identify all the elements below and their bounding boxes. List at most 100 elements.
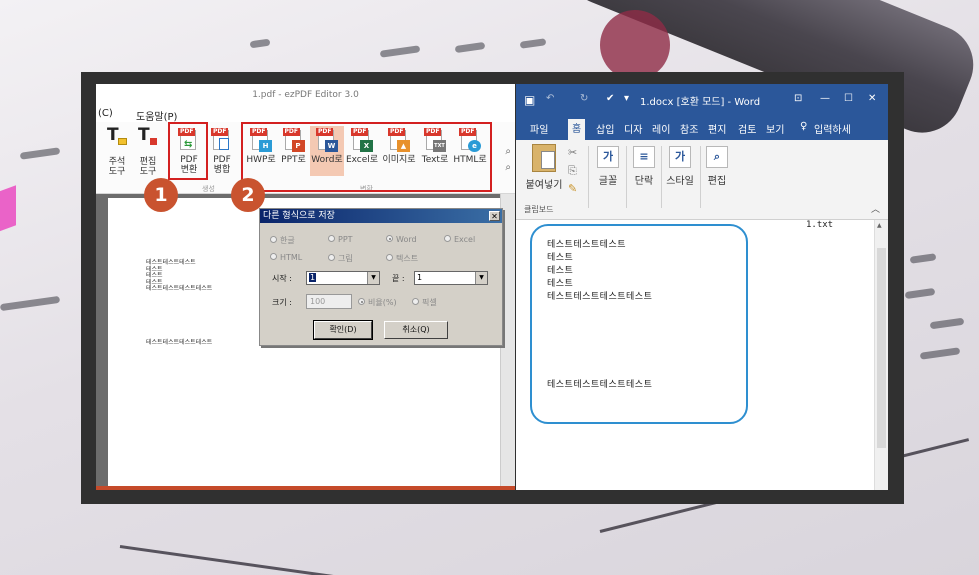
zoom-in-icon[interactable]: ⌕ <box>505 146 511 157</box>
pdf-merge-label: PDF 병합 <box>213 155 231 175</box>
format-painter-icon[interactable]: ✎ <box>568 182 577 195</box>
word-text-line: 테스트테스트테스트테스트 <box>547 292 653 302</box>
style-icon: 가 <box>669 146 691 168</box>
tell-me-input[interactable]: 입력하세 <box>814 121 851 136</box>
ezpdf-statusbar <box>96 486 515 490</box>
save-as-dialog: 다른 형식으로 저장 ✕ 한글 PPT Word Excel HTML 그림 텍… <box>259 208 503 346</box>
tab-review[interactable]: 검토 <box>738 121 756 136</box>
font-label: 글꼴 <box>598 176 618 187</box>
font-group-button[interactable]: 가 글꼴 <box>592 146 624 187</box>
format-radio-html[interactable]: HTML <box>270 253 302 262</box>
tab-home[interactable]: 홈 <box>568 119 586 141</box>
font-icon: 가 <box>597 146 619 168</box>
size-radio-ratio[interactable]: 비율(%) <box>358 297 397 308</box>
word-window-title: 1.docx [호환 모드] - Word <box>640 97 761 108</box>
dialog-title-text: 다른 형식으로 저장 <box>263 211 335 221</box>
tab-design[interactable]: 디자 <box>624 121 642 136</box>
start-label: 시작 : <box>272 274 292 283</box>
collapse-ribbon-icon[interactable]: ︿ <box>871 202 880 215</box>
annotation-icon: T <box>106 127 128 154</box>
paste-button[interactable]: 붙여넣기 <box>522 144 566 191</box>
word-ribbon: 붙여넣기 ✂ ⎘ ✎ 가 글꼴 ≡ 단락 가 스타일 ⌕ 편집 클립보드 ︿ <box>516 140 888 220</box>
highlight-box-pdf-convert <box>168 122 208 180</box>
chevron-down-icon: ▼ <box>475 272 487 284</box>
zoom-out-icon[interactable]: ⌕ <box>505 162 511 173</box>
redo-icon[interactable]: ↻ <box>580 93 588 104</box>
word-text-line-bottom: 테스트테스트테스트테스트 <box>547 380 653 390</box>
file-label: 1.txt <box>806 220 834 230</box>
start-page-select[interactable]: 1 ▼ <box>306 271 380 285</box>
pdf-text-line-bottom: 테스트테스트테스트테스트 <box>146 339 213 346</box>
step-badge-1: 1 <box>144 178 178 212</box>
maximize-icon[interactable]: ☐ <box>844 93 853 104</box>
edit-group-button[interactable]: ⌕ 편집 <box>702 146 732 187</box>
pink-mark-decoration <box>0 185 16 235</box>
cancel-button[interactable]: 취소(Q) <box>384 321 448 339</box>
ezpdf-menubar: (C) 도움말(P) <box>96 106 515 123</box>
copy-icon[interactable]: ⎘ <box>568 164 577 178</box>
word-text-line: 테스트 <box>547 253 574 263</box>
highlight-box-convert-group <box>241 122 492 192</box>
style-label: 스타일 <box>666 176 694 187</box>
format-radio-text[interactable]: 텍스트 <box>386 253 418 264</box>
menu-item-c[interactable]: (C) <box>98 108 113 119</box>
format-radio-ppt[interactable]: PPT <box>328 235 353 244</box>
pdf-merge-icon: PDF <box>211 128 233 152</box>
word-titlebar: ▣ ↶ ↻ ✔ ▾ 1.docx [호환 모드] - Word ⊡ — ☐ ✕ <box>516 84 888 116</box>
lightbulb-icon: ♀ <box>800 121 808 132</box>
paragraph-icon: ≡ <box>633 146 655 168</box>
close-icon[interactable]: ✕ <box>868 93 876 104</box>
word-text-line: 테스트 <box>547 279 574 289</box>
word-tabs: 파일 홈 삽입 디자 레이 참조 편지 검토 보기 ♀ 입력하세 <box>516 116 888 141</box>
cut-icon[interactable]: ✂ <box>568 146 577 159</box>
customize-icon[interactable]: ▾ <box>624 93 629 104</box>
edit-label: 편집 <box>707 176 727 187</box>
word-text-line: 테스트테스트테스트 <box>547 240 627 250</box>
step-badge-2: 2 <box>231 178 265 212</box>
word-window: ▣ ↶ ↻ ✔ ▾ 1.docx [호환 모드] - Word ⊡ — ☐ ✕ … <box>516 84 888 490</box>
scroll-thumb[interactable] <box>877 248 886 448</box>
annotation-tool-button[interactable]: T 주석 도구 <box>104 127 130 177</box>
pdf-text-line: 테스트테스트테스트테스트 <box>146 285 213 293</box>
annotation-tool-label: 주석 도구 <box>108 157 126 177</box>
paragraph-group-button[interactable]: ≡ 단락 <box>628 146 660 187</box>
save-icon[interactable]: ▣ <box>524 93 535 107</box>
pdf-merge-button[interactable]: PDF PDF 병합 <box>208 128 236 175</box>
undo-icon[interactable]: ↶ <box>546 93 554 104</box>
format-radio-hangul[interactable]: 한글 <box>270 235 295 246</box>
ezpdf-title: 1.pdf - ezPDF Editor 3.0 <box>96 84 515 106</box>
edit-tool-button[interactable]: T 편집 도구 <box>135 127 161 177</box>
scroll-up-icon[interactable]: ▲ <box>877 222 882 229</box>
minimize-icon[interactable]: — <box>820 93 830 104</box>
ok-button[interactable]: 확인(D) <box>313 320 373 340</box>
style-group-button[interactable]: 가 스타일 <box>662 146 698 187</box>
word-text-block: 테스트테스트테스트 테스트 테스트 테스트 테스트테스트테스트테스트 <box>547 239 652 304</box>
size-input[interactable]: 100 <box>306 294 352 309</box>
format-radio-word[interactable]: Word <box>386 235 417 244</box>
pdf-text-block: 테스트테스트테스트 테스트 테스트 테스트 테스트테스트테스트테스트 <box>146 259 213 293</box>
word-scrollbar[interactable]: ▲ <box>874 220 888 490</box>
format-radio-excel[interactable]: Excel <box>444 235 475 244</box>
format-radio-image[interactable]: 그림 <box>328 253 353 264</box>
tab-mailings[interactable]: 편지 <box>708 121 726 136</box>
chevron-down-icon: ▼ <box>367 272 379 284</box>
clipboard-group-label: 클립보드 <box>524 205 554 214</box>
size-radio-pixel[interactable]: 픽셀 <box>412 297 437 308</box>
tab-insert[interactable]: 삽입 <box>596 121 614 136</box>
tab-file[interactable]: 파일 <box>530 121 548 136</box>
end-label: 끝 : <box>392 274 405 283</box>
tab-references[interactable]: 참조 <box>680 121 698 136</box>
tab-layout[interactable]: 레이 <box>652 121 670 136</box>
ribbon-display-icon[interactable]: ⊡ <box>794 93 802 104</box>
create-group-label: 생성 <box>202 185 215 193</box>
tab-view[interactable]: 보기 <box>766 121 784 136</box>
clipboard-icon <box>532 144 556 172</box>
paste-label: 붙여넣기 <box>525 180 563 191</box>
menu-item-help[interactable]: 도움말(P) <box>136 108 177 123</box>
dialog-close-icon[interactable]: ✕ <box>489 211 500 221</box>
search-icon: ⌕ <box>706 146 728 168</box>
edit-text-icon: T <box>137 127 159 154</box>
quick-check-icon[interactable]: ✔ <box>606 93 614 104</box>
end-page-select[interactable]: 1 ▼ <box>414 271 488 285</box>
word-text-line: 테스트 <box>547 266 574 276</box>
